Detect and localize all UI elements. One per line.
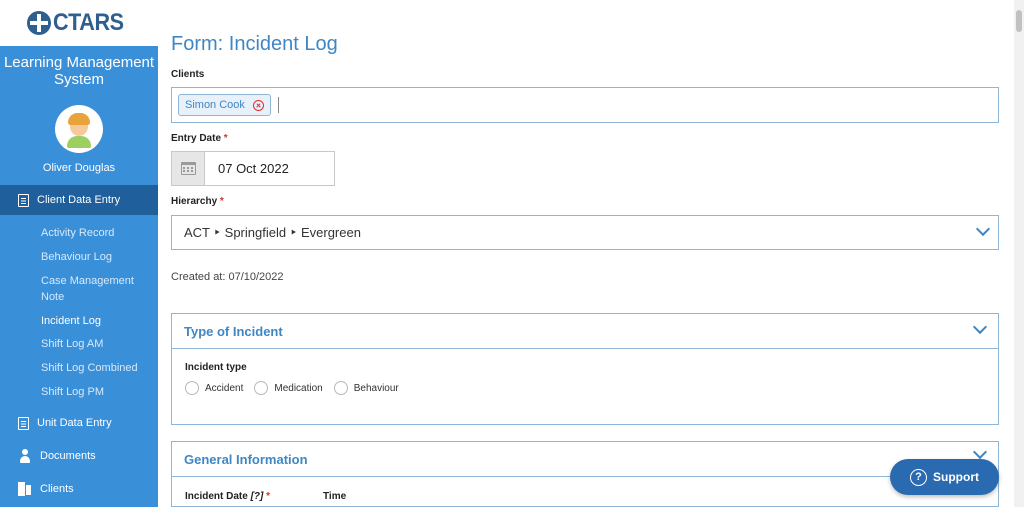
- subnav-behaviour-log[interactable]: Behaviour Log: [41, 249, 112, 265]
- entry-date-label: Entry Date *: [171, 133, 228, 144]
- radio-medication[interactable]: Medication: [254, 381, 323, 395]
- radio-medication-label: Medication: [274, 382, 323, 394]
- sidebar: CTARS Learning Management System Oliver …: [0, 0, 158, 507]
- user-name: Oliver Douglas: [42, 162, 116, 174]
- scrollbar-thumb[interactable]: [1016, 10, 1022, 32]
- user-avatar: [55, 105, 103, 153]
- required-mark: *: [219, 196, 224, 207]
- nav-documents[interactable]: Documents: [0, 441, 158, 471]
- incident-date-help[interactable]: [?]: [251, 491, 264, 502]
- chevron-down-icon: [972, 444, 988, 460]
- required-mark: *: [223, 133, 228, 144]
- page-title: Form: Incident Log: [171, 33, 338, 55]
- type-of-incident-body: Incident type Accident Medication Behavi…: [171, 349, 999, 425]
- entry-date-field[interactable]: 07 Oct 2022: [171, 151, 335, 186]
- client-chip-label: Simon Cook: [185, 99, 245, 111]
- time-label: Time: [323, 491, 347, 502]
- person-icon: [18, 449, 32, 463]
- calendar-button[interactable]: [172, 152, 205, 185]
- radio-circle-icon: [254, 381, 269, 395]
- subnav-shift-log-combined[interactable]: Shift Log Combined: [41, 360, 138, 376]
- nav-client-data-entry-label: Client Data Entry: [37, 194, 121, 206]
- hierarchy-value: ACT ‣ Springfield ‣ Evergreen: [184, 225, 361, 240]
- support-button[interactable]: ? Support: [890, 459, 999, 495]
- chevron-down-icon: [975, 221, 991, 237]
- nav-clients[interactable]: Clients: [0, 474, 158, 504]
- incident-type-options: Accident Medication Behaviour: [185, 381, 410, 395]
- main-content: Form: Incident Log Clients Simon Cook En…: [158, 0, 1014, 507]
- nav-documents-label: Documents: [40, 450, 96, 462]
- logo-text: CTARS: [52, 9, 124, 36]
- required-mark: *: [266, 491, 271, 502]
- app-title: Learning Management System: [3, 54, 155, 88]
- vertical-scrollbar[interactable]: [1014, 0, 1024, 507]
- radio-circle-icon: [333, 381, 348, 395]
- subnav-incident-log[interactable]: Incident Log: [41, 313, 101, 329]
- subnav-shift-log-am[interactable]: Shift Log AM: [41, 336, 103, 352]
- subnav-shift-log-pm[interactable]: Shift Log PM: [41, 384, 104, 400]
- radio-circle-icon: [185, 381, 199, 395]
- general-information-title: General Information: [184, 452, 308, 467]
- type-of-incident-header[interactable]: Type of Incident: [171, 313, 999, 349]
- radio-accident[interactable]: Accident: [185, 381, 243, 395]
- logo[interactable]: CTARS: [0, 0, 158, 46]
- clients-input[interactable]: Simon Cook: [171, 87, 999, 123]
- radio-accident-label: Accident: [205, 382, 244, 394]
- entry-date-value: 07 Oct 2022: [218, 161, 289, 176]
- clients-icon: [18, 482, 32, 496]
- client-chip: Simon Cook: [178, 94, 271, 116]
- created-at-text: Created at: 07/10/2022: [171, 271, 284, 283]
- document-icon: [18, 193, 29, 207]
- remove-client-icon[interactable]: [252, 99, 264, 111]
- general-information-header[interactable]: General Information: [171, 441, 999, 477]
- client-data-entry-submenu: Activity Record Behaviour Log Case Manag…: [0, 216, 158, 409]
- radio-behaviour-label: Behaviour: [353, 382, 399, 394]
- support-label: Support: [933, 470, 979, 484]
- hierarchy-label: Hierarchy *: [171, 196, 224, 207]
- help-circle-icon: ?: [910, 468, 927, 486]
- text-caret: [278, 97, 279, 113]
- document-icon: [18, 416, 29, 430]
- incident-date-label: Incident Date [?] *: [185, 491, 271, 502]
- incident-type-label: Incident type: [185, 362, 247, 373]
- subnav-activity-record[interactable]: Activity Record: [41, 225, 114, 241]
- type-of-incident-title: Type of Incident: [184, 324, 283, 339]
- chevron-down-icon: [972, 319, 988, 335]
- nav-unit-data-entry[interactable]: Unit Data Entry: [0, 408, 158, 438]
- nav-client-data-entry[interactable]: Client Data Entry: [0, 185, 158, 215]
- ctars-cross-icon: [26, 11, 51, 35]
- nav-clients-label: Clients: [40, 483, 74, 495]
- radio-behaviour[interactable]: Behaviour: [333, 381, 399, 395]
- general-information-body: Incident Date [?] * Time: [171, 477, 999, 507]
- calendar-icon: [181, 162, 196, 175]
- nav-unit-data-entry-label: Unit Data Entry: [37, 417, 112, 429]
- hierarchy-select[interactable]: ACT ‣ Springfield ‣ Evergreen: [171, 215, 999, 250]
- clients-label: Clients: [171, 69, 205, 80]
- subnav-case-management-note[interactable]: Case Management Note: [41, 273, 151, 305]
